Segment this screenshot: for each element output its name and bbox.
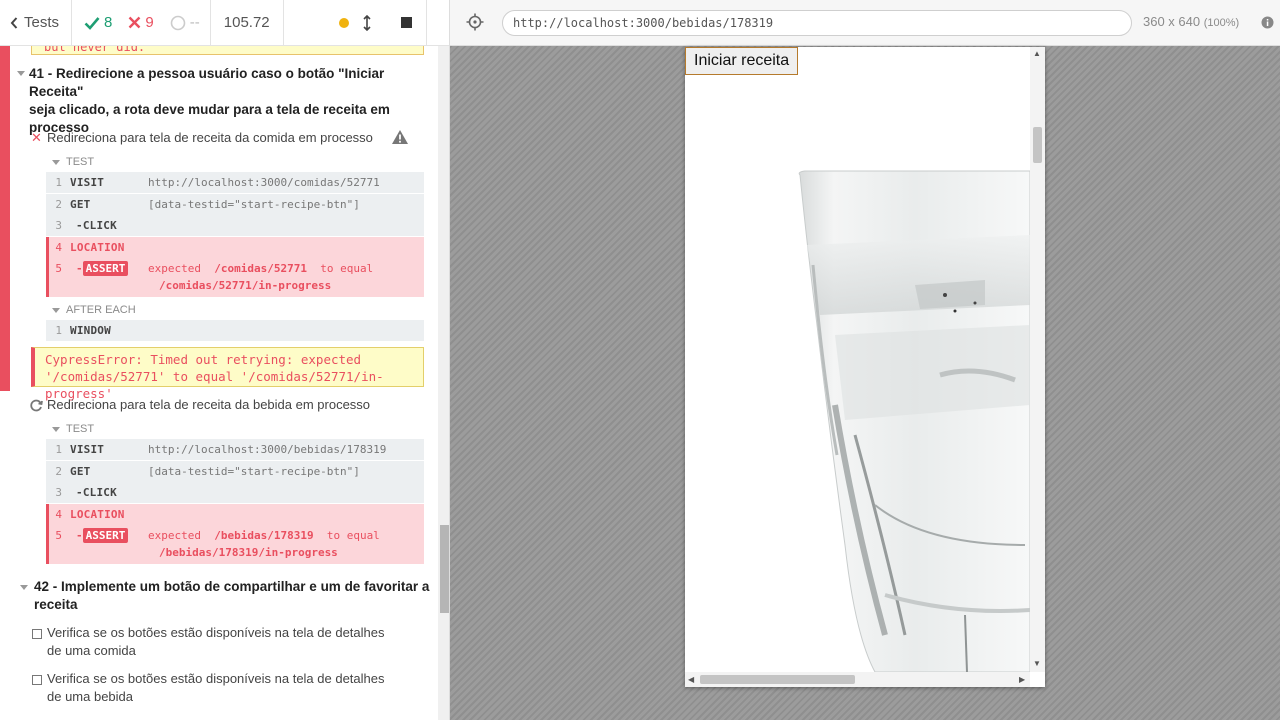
x-icon [129, 16, 141, 29]
iframe-vertical-thumb[interactable] [1033, 127, 1042, 163]
refresh-icon [30, 399, 43, 412]
drink-image [685, 75, 1030, 672]
auto-scroll-icon[interactable] [363, 14, 371, 31]
suite-42-caret[interactable] [20, 585, 28, 590]
stop-button[interactable] [400, 17, 412, 28]
spinner-icon [170, 15, 186, 30]
tests-back-button[interactable]: Tests [0, 0, 73, 46]
viewport-info: 360 x 640 (100%) [1143, 14, 1240, 29]
test-failed-icon: ✕ [31, 130, 42, 145]
failed-command-group[interactable]: 4 LOCATION 5 - ASSERT expected /comidas/52… [46, 237, 424, 297]
app-iframe: Iniciar receita ▲ ▼ ◀ ▶ [685, 47, 1045, 687]
url-bar[interactable]: http://localhost:3000/bebidas/178319 [502, 10, 1132, 36]
section-test-caret[interactable] [52, 427, 60, 432]
suite-fail-indicator [0, 46, 10, 391]
assert-badge: ASSERT [82, 528, 129, 543]
section-test-caret[interactable] [52, 160, 60, 165]
test-41-1-title[interactable]: Redireciona para tela de receita da comi… [47, 129, 373, 147]
command-row[interactable]: 3 -CLICK [46, 215, 424, 236]
selector-playground-icon[interactable] [466, 13, 484, 31]
test-42-2-title[interactable]: Verifica se os botões estão disponíveis … [47, 670, 385, 706]
test-pending-checkbox [32, 629, 42, 639]
iframe-horizontal-thumb[interactable] [700, 675, 855, 684]
duration: 105.72 [211, 0, 284, 46]
test-42-1-title[interactable]: Verifica se os botões estão disponíveis … [47, 624, 385, 660]
error-message[interactable]: CypressError: Timed out retrying: expect… [31, 347, 424, 401]
suite-41-caret[interactable] [17, 71, 25, 76]
command-row[interactable]: 1 VISIT http://localhost:3000/bebidas/1783… [46, 439, 424, 460]
check-icon [84, 16, 100, 30]
section-test-label[interactable]: TEST [66, 156, 94, 168]
tests-label: Tests [24, 14, 60, 31]
run-controls [284, 0, 427, 46]
reporter-scrollbar[interactable] [438, 46, 449, 720]
command-row[interactable]: 2 GET [data-testid="start-recipe-btn"] [46, 194, 424, 215]
section-after-caret[interactable] [52, 308, 60, 313]
chevron-left-icon [10, 16, 18, 29]
assert-badge: ASSERT [82, 261, 129, 276]
reporter-panel: Tests 8 9 -- 105.72 but never did. 41 - … [0, 0, 450, 720]
pending-count: -- [164, 0, 211, 46]
command-row[interactable]: 3 -CLICK [46, 482, 424, 503]
section-after-label[interactable]: AFTER EACH [66, 304, 136, 316]
running-status-dot [338, 17, 349, 28]
previous-error-fragment: but never did. [31, 46, 424, 55]
suite-41-title[interactable]: 41 - Redirecione a pessoa usuário caso o… [29, 65, 429, 137]
info-icon[interactable] [1261, 16, 1274, 29]
test-pending-checkbox [32, 675, 42, 685]
command-row[interactable]: 1 VISIT http://localhost:3000/comidas/5277… [46, 172, 424, 193]
command-row[interactable]: 2 GET [data-testid="start-recipe-btn"] [46, 461, 424, 482]
test-41-2-title[interactable]: Redireciona para tela de receita da bebi… [47, 396, 370, 414]
aut-header: http://localhost:3000/bebidas/178319 360… [450, 0, 1280, 46]
runnable-list: but never did. 41 - Redirecione a pessoa… [0, 46, 438, 720]
start-recipe-button[interactable]: Iniciar receita [685, 47, 799, 75]
section-test-label[interactable]: TEST [66, 423, 94, 435]
suite-42-title[interactable]: 42 - Implemente um botão de compartilhar… [34, 578, 434, 614]
warning-icon[interactable] [391, 129, 409, 145]
failed-command-group[interactable]: 4 LOCATION 5 - ASSERT expected /bebidas/17… [46, 504, 424, 564]
reporter-scroll-thumb[interactable] [440, 525, 449, 613]
stats-bar: Tests 8 9 -- 105.72 [0, 0, 449, 46]
command-row[interactable]: 1 WINDOW [46, 320, 424, 341]
failed-count: 9 [120, 0, 163, 46]
passed-count: 8 [72, 0, 120, 46]
